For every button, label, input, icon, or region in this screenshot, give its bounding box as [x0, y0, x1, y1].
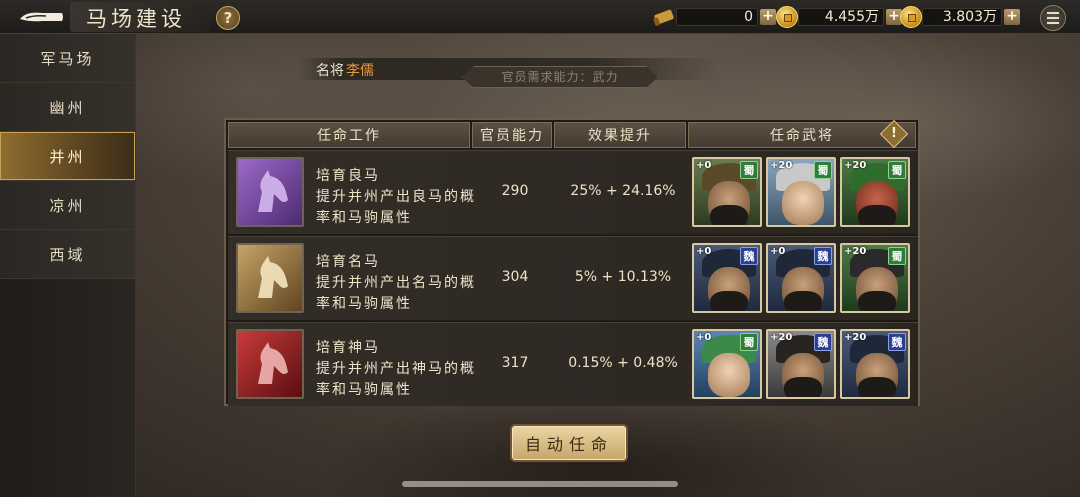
gold-count: 4.455万: [798, 8, 884, 26]
beard: [710, 205, 748, 225]
kingdom-badge: 蜀: [888, 247, 906, 265]
kingdom-badge: 魏: [740, 247, 758, 265]
beard: [784, 377, 822, 397]
general-slot[interactable]: +0 魏: [766, 243, 836, 313]
header-ability: 官员能力: [472, 122, 552, 148]
effect-value: 0.15% + 0.48%: [568, 355, 678, 371]
level-badge: +20: [770, 160, 793, 171]
copper-count: 3.803万: [922, 8, 1002, 26]
sidebar-item-youzhou[interactable]: 幽州: [0, 83, 135, 132]
horse-icon: [236, 157, 304, 227]
table-row: 培育神马 提升并州产出神马的概率和马驹属性 317 0.15% + 0.48% …: [228, 322, 918, 406]
horse-icon: [236, 243, 304, 313]
menu-button[interactable]: [1040, 5, 1066, 31]
home-indicator[interactable]: [402, 481, 678, 487]
add-scroll-button[interactable]: +: [760, 9, 776, 25]
general-slot[interactable]: +20 蜀: [766, 157, 836, 227]
kingdom-badge: 蜀: [740, 333, 758, 351]
general-slot[interactable]: +0 蜀: [692, 329, 762, 399]
sidebar-item-liangzhou[interactable]: 凉州: [0, 181, 135, 230]
sidebar: 军马场 幽州 并州 凉州 西域: [0, 34, 136, 497]
general-slot[interactable]: +0 魏: [692, 243, 762, 313]
job-title: 培育良马: [316, 168, 380, 184]
beard: [858, 291, 896, 311]
general-slot[interactable]: +0 蜀: [692, 157, 762, 227]
table-row: 培育名马 提升并州产出名马的概率和马驹属性 304 5% + 10.13% +0…: [228, 236, 918, 320]
auto-appoint-button[interactable]: 自动任命: [512, 426, 626, 460]
sidebar-item-junmachang[interactable]: 军马场: [0, 34, 135, 83]
ability-value: 317: [501, 355, 529, 371]
level-badge: +0: [770, 246, 786, 257]
add-copper-button[interactable]: +: [1004, 9, 1020, 25]
top-bar: 马场建设 ? 0 + 4.455万 + 3.803万 +: [0, 0, 1080, 34]
kingdom-badge: 魏: [814, 247, 832, 265]
scroll-icon: [652, 7, 676, 27]
horse-icon: [236, 329, 304, 399]
kingdom-badge: 蜀: [888, 161, 906, 179]
job-description: 提升并州产出良马的概率和马驹属性: [316, 189, 476, 226]
general-slot[interactable]: +20 魏: [840, 329, 910, 399]
help-button[interactable]: ?: [216, 6, 240, 30]
back-arrow-icon: [20, 12, 63, 22]
level-badge: +20: [844, 246, 867, 257]
page-title: 马场建设: [86, 7, 186, 31]
job-description: 提升并州产出名马的概率和马驹属性: [316, 275, 476, 312]
beard: [710, 291, 748, 311]
back-button[interactable]: [14, 4, 68, 30]
header-job: 任命工作: [228, 122, 470, 148]
kingdom-badge: 魏: [888, 333, 906, 351]
job-title: 培育神马: [316, 340, 380, 356]
effect-value: 25% + 24.16%: [570, 183, 676, 199]
kingdom-badge: 蜀: [740, 161, 758, 179]
beard: [784, 291, 822, 311]
general-name: 李儒: [346, 63, 374, 79]
level-badge: +20: [770, 332, 793, 343]
sidebar-item-xiyu[interactable]: 西域: [0, 230, 135, 279]
beard: [858, 377, 896, 397]
appointment-table: 任命工作 官员能力 效果提升 任命武将 培育良马 提升并州产出良马的概率和马驹属…: [224, 118, 920, 406]
ability-value: 304: [501, 269, 529, 285]
general-label: 名将: [316, 63, 344, 79]
job-title: 培育名马: [316, 254, 380, 270]
table-row: 培育良马 提升并州产出良马的概率和马驹属性 290 25% + 24.16% +…: [228, 150, 918, 234]
beard: [858, 205, 896, 225]
job-description: 提升并州产出神马的概率和马驹属性: [316, 361, 476, 398]
requirement-text: 官员需求能力：武力: [501, 70, 619, 84]
level-badge: +0: [696, 332, 712, 343]
level-badge: +0: [696, 160, 712, 171]
sidebar-item-bingzhou[interactable]: 并州: [0, 132, 135, 181]
level-badge: +0: [696, 246, 712, 257]
menu-icon: [1047, 12, 1059, 14]
copper-coin-icon: [900, 6, 922, 28]
level-badge: +20: [844, 332, 867, 343]
resource-gold: 4.455万 +: [776, 6, 902, 28]
gold-coin-icon: [776, 6, 798, 28]
resource-copper: 3.803万 +: [900, 6, 1020, 28]
ability-value: 290: [501, 183, 529, 199]
general-slot[interactable]: +20 魏: [766, 329, 836, 399]
level-badge: +20: [844, 160, 867, 171]
kingdom-badge: 蜀: [814, 161, 832, 179]
general-portrait: [782, 181, 824, 225]
general-portrait: [708, 353, 750, 397]
header-effect: 效果提升: [554, 122, 686, 148]
general-slot[interactable]: +20 蜀: [840, 243, 910, 313]
general-slot[interactable]: +20 蜀: [840, 157, 910, 227]
effect-value: 5% + 10.13%: [574, 269, 672, 285]
scroll-count: 0: [676, 8, 758, 26]
kingdom-badge: 魏: [814, 333, 832, 351]
resource-scroll: 0 +: [652, 7, 776, 27]
